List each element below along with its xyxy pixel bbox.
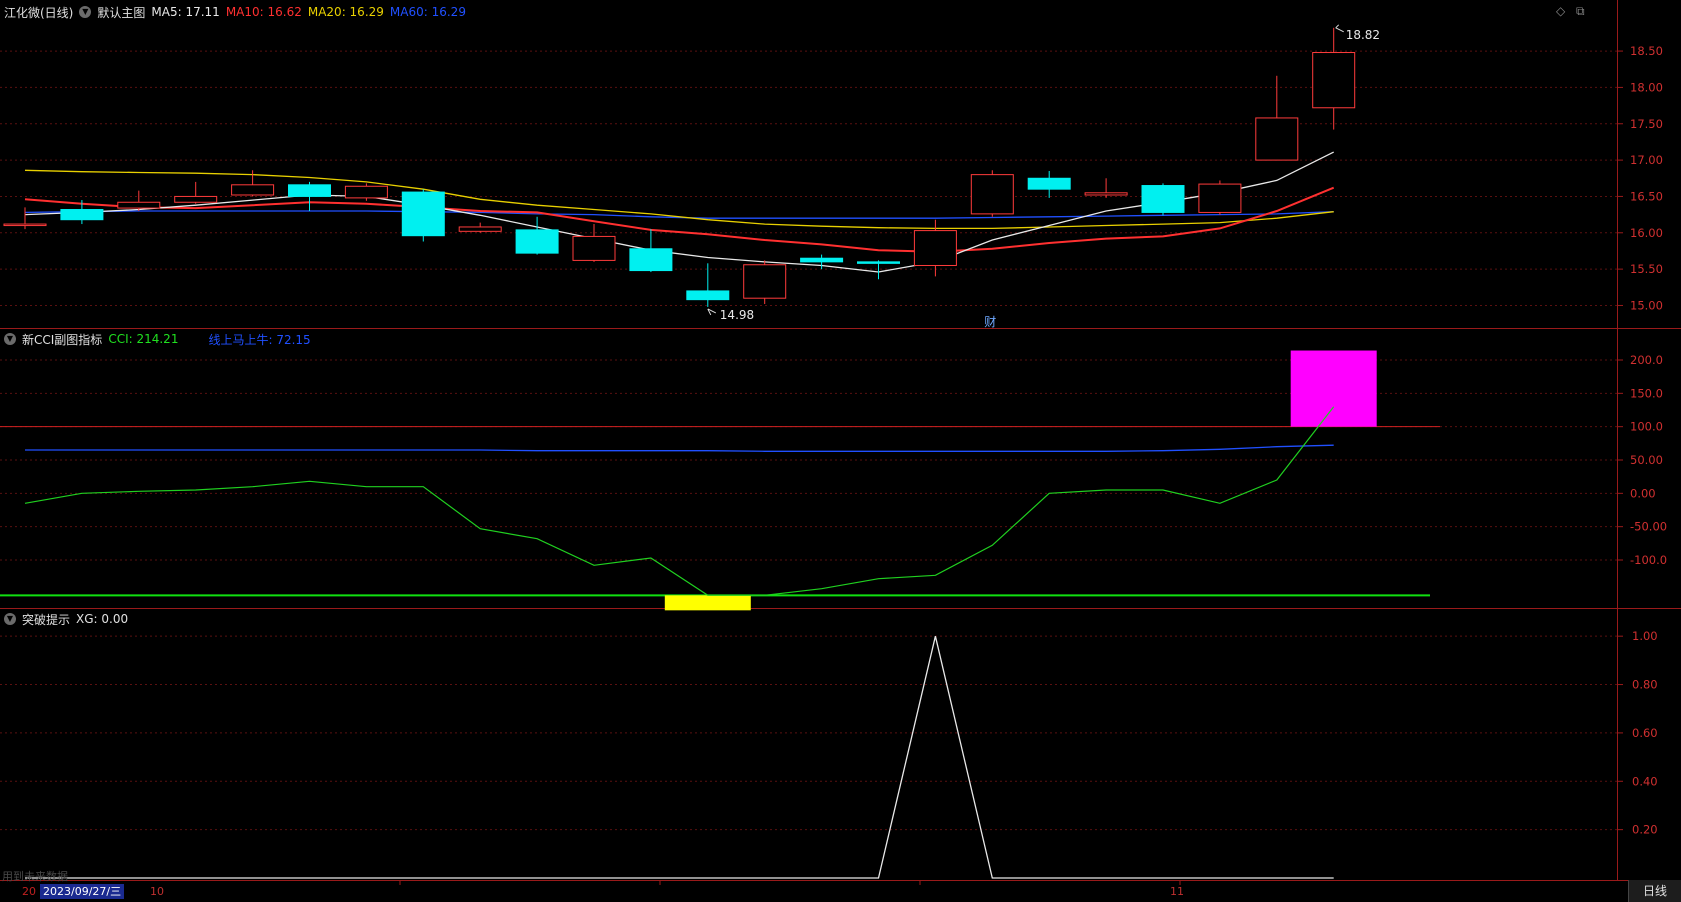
candlesticks (3, 27, 1356, 307)
candle-up (344, 185, 388, 199)
candle-up (1198, 183, 1242, 213)
chart-canvas: 18.50 18.00 17.50 17.00 16.50 16.00 15.50 15.00… (0, 0, 1681, 885)
y-axis-tick-label: 1.00 (1632, 629, 1658, 643)
candle-up (458, 226, 502, 232)
bull-line-label: 线上马上牛: 72.15 (208, 332, 311, 347)
annotations: 18.82 14.98 财 (707, 24, 1380, 329)
y-axis-tick-label: 200.0 (1630, 353, 1663, 367)
candle-up (1084, 192, 1128, 196)
y-axis-tick-label: -50.00 (1630, 520, 1667, 534)
event-marker: 财 (984, 315, 996, 329)
ma10-label: MA10: 16.62 (225, 5, 302, 19)
candle-up (117, 201, 161, 209)
candle-up (970, 174, 1014, 215)
candle-down (800, 257, 844, 263)
y-axis-tick-label: 18.00 (1630, 80, 1663, 94)
template-name[interactable]: 默认主图 (97, 4, 145, 21)
cci-panel-plot (0, 350, 1440, 611)
bull-line (25, 444, 1334, 452)
stock-name[interactable]: 江化微(日线) (4, 4, 73, 21)
candle-up (231, 184, 275, 196)
xg-value-label: XG: 0.00 (76, 612, 129, 626)
date-prefix: 20 (22, 885, 36, 898)
cci-indicator-name[interactable]: 新CCI副图指标 (22, 331, 102, 348)
restore-icon[interactable]: ⧉ (1576, 4, 1585, 19)
chevron-down-icon[interactable]: ▼ (79, 6, 92, 18)
y-axis-tick-label: 0.20 (1632, 823, 1658, 837)
candle-down (1027, 177, 1071, 190)
candle-down (857, 261, 900, 264)
moving-average-lines (24, 151, 1335, 273)
y-axis-tick-label: 16.50 (1630, 189, 1663, 203)
y-axis-tick-label: 18.50 (1630, 44, 1663, 58)
breakout-indicator-name[interactable]: 突破提示 (22, 611, 70, 628)
chevron-down-icon[interactable]: ▼ (4, 333, 16, 345)
xg-line (25, 636, 1334, 879)
candle-down (401, 191, 445, 237)
y-axis-tick-label: 0.80 (1632, 678, 1658, 692)
breakout-panel-header: ▼ 突破提示 XG: 0.00 (4, 610, 128, 628)
candle-up (572, 235, 616, 261)
candle-down (288, 184, 331, 197)
y-axis-tick-label: 17.00 (1630, 153, 1663, 167)
ma10-line (24, 186, 1335, 253)
month-label-oct: 10 (150, 885, 164, 898)
low-annotation: 14.98 (720, 308, 754, 322)
low-arrow (707, 308, 717, 316)
chevron-down-icon[interactable]: ▼ (4, 613, 16, 625)
panel-frames (0, 0, 1681, 881)
candle-up (3, 223, 47, 227)
ma20-label: MA20: 16.29 (307, 5, 384, 19)
candle-down (1141, 185, 1185, 213)
month-label-nov: 11 (1170, 885, 1184, 898)
y-axis-tick-label: -100.0 (1630, 553, 1667, 567)
y-axis-tick-label: 0.00 (1630, 486, 1656, 500)
y-axis-tick-label: 17.50 (1630, 117, 1663, 131)
diamond-icon[interactable]: ◇ (1556, 4, 1565, 18)
breakout-panel-plot (25, 636, 1334, 879)
candle-down (60, 209, 104, 221)
y-axis-tick-label: 50.00 (1630, 453, 1663, 467)
y-axis-tick-label: 15.00 (1630, 298, 1663, 312)
y-axis-tick-label: 100.0 (1630, 420, 1663, 434)
y-axis-tick-label: 0.40 (1632, 774, 1658, 788)
y-axes: 18.50 18.00 17.50 17.00 16.50 16.00 15.50 15.00… (399, 44, 1667, 885)
future-data-note: 用到未来数据 (2, 870, 68, 883)
y-axis-tick-label: 15.50 (1630, 262, 1663, 276)
cci-value-label: CCI: 214.21 (108, 332, 179, 346)
ma5-label: MA5: 17.11 (151, 5, 220, 19)
candle-up (1255, 117, 1299, 161)
y-axis-tick-label: 16.00 (1630, 226, 1663, 240)
y-axis-tick-label: 0.60 (1632, 726, 1658, 740)
cci-line (24, 406, 1335, 596)
ma5-line (24, 151, 1334, 273)
ma60-label: MA60: 16.29 (389, 5, 466, 19)
gridlines (0, 50, 1617, 831)
period-button[interactable]: 日线 (1628, 880, 1681, 902)
candle-down (686, 290, 730, 301)
candle-up (1312, 52, 1356, 109)
high-arrow (1335, 24, 1344, 33)
current-date-badge: 2023/09/27/三 (40, 884, 125, 899)
main-panel-header: 江化微(日线) ▼ 默认主图 MA5: 17.11 MA10: 16.62 MA… (4, 3, 466, 21)
ma20-line (24, 169, 1334, 230)
high-annotation: 18.82 (1346, 28, 1380, 42)
cci-panel-header: ▼ 新CCI副图指标 CCI: 214.21 线上马上牛: 72.15 (4, 330, 311, 348)
candle-up (743, 264, 787, 299)
candle-up (913, 230, 957, 266)
candle-down (629, 248, 673, 272)
candle-up (174, 195, 218, 203)
cci-oversold-block (664, 595, 751, 611)
cci-overbought-block (1290, 350, 1377, 427)
y-axis-tick-label: 150.0 (1630, 386, 1663, 400)
candle-down (515, 229, 559, 254)
